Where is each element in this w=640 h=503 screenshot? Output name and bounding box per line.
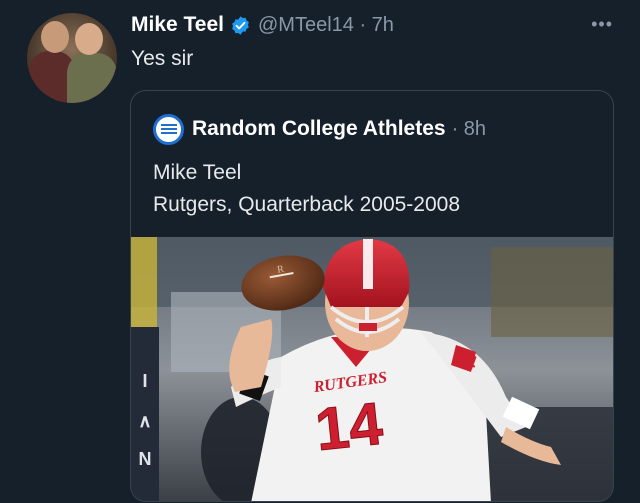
- svg-text:∧: ∧: [138, 411, 151, 431]
- quote-time[interactable]: · 8h: [452, 118, 486, 141]
- avatar-face-right: [75, 23, 103, 55]
- author-handle-time[interactable]: @MTeel14 · 7h: [258, 14, 394, 37]
- tweet-text: Yes sir: [131, 47, 194, 70]
- quarterback-photo: I ∧ N 14 RUTGERS 14 R: [131, 237, 613, 501]
- quote-text-line-2: Rutgers, Quarterback 2005-2008: [153, 193, 461, 216]
- tweet-header: Mike Teel @MTeel14 · 7h: [131, 10, 394, 40]
- author-avatar[interactable]: [27, 13, 117, 103]
- ellipsis-icon[interactable]: •••: [591, 14, 613, 35]
- logo-lines-icon: [160, 128, 177, 130]
- quote-text-line-1: Mike Teel: [153, 161, 242, 184]
- svg-text:I: I: [142, 371, 147, 391]
- avatar-face-left: [41, 21, 69, 53]
- verified-badge-icon: [232, 15, 249, 35]
- author-name[interactable]: Mike Teel: [131, 13, 224, 37]
- quote-photo[interactable]: I ∧ N 14 RUTGERS 14 R: [131, 237, 613, 501]
- quote-author-avatar[interactable]: [153, 113, 184, 145]
- svg-text:N: N: [139, 449, 152, 469]
- goalpost: [131, 237, 157, 327]
- quote-author-name[interactable]: Random College Athletes: [192, 117, 446, 141]
- quote-tweet-card[interactable]: Random College Athletes · 8h Mike Teel R…: [130, 90, 614, 502]
- avatar-figure-right: [67, 53, 117, 103]
- quote-header: Random College Athletes · 8h: [153, 113, 486, 145]
- jersey-number: 14: [312, 390, 386, 464]
